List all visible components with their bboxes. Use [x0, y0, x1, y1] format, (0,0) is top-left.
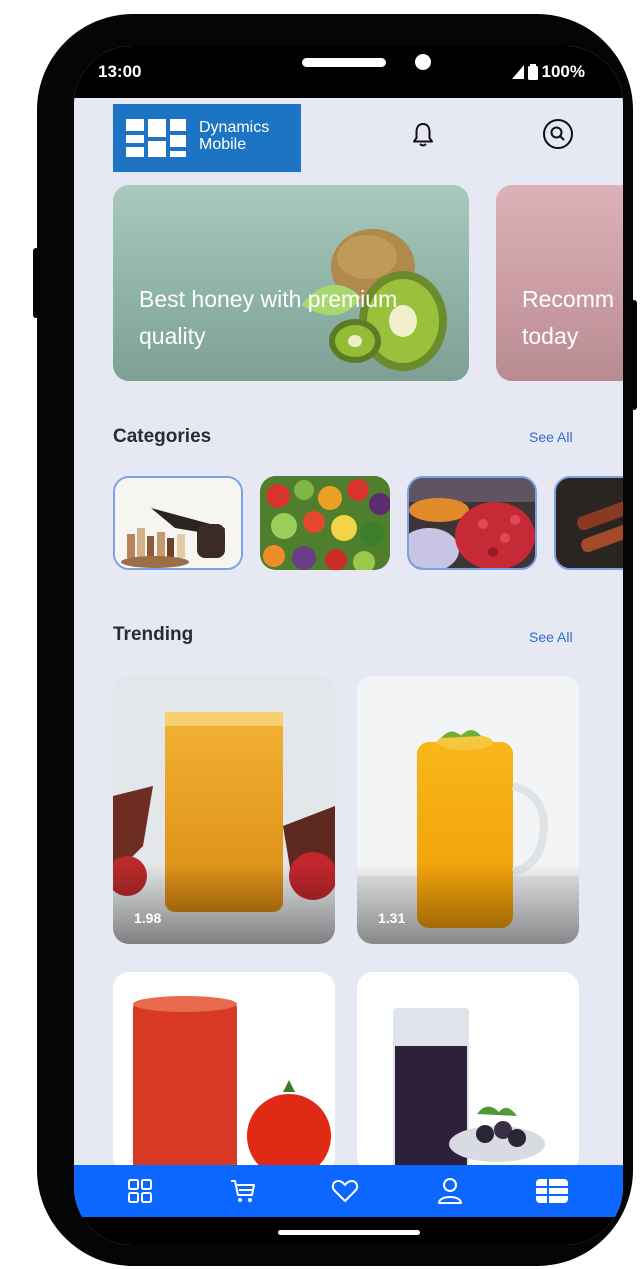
power-button — [631, 300, 637, 410]
logo[interactable]: Dynamics Mobile — [113, 104, 301, 172]
categories-title: Categories — [113, 426, 212, 447]
product-card-2[interactable]: 1.31 — [357, 676, 579, 944]
trending-title: Trending — [113, 624, 194, 645]
promo-banner-2[interactable]: Recomm today — [496, 185, 623, 381]
product-price: 1.98 — [134, 910, 162, 926]
promo-banner[interactable]: Best honey with premium quality — [113, 185, 469, 381]
product-card-3[interactable] — [113, 972, 335, 1172]
signal-icon — [511, 65, 524, 79]
trending-see-all-link[interactable]: See All — [529, 629, 573, 645]
search-button[interactable] — [538, 114, 578, 154]
bell-icon — [413, 123, 433, 147]
grid-icon — [128, 1179, 152, 1203]
logo-line1: Dynamics — [199, 119, 270, 136]
nav-home[interactable] — [124, 1175, 156, 1207]
status-icons: 100% — [511, 62, 585, 82]
user-icon — [438, 1178, 462, 1204]
category-market[interactable] — [407, 476, 537, 570]
nav-cart[interactable] — [227, 1175, 259, 1207]
apple-juice-image — [113, 676, 335, 944]
home-indicator[interactable] — [278, 1230, 420, 1235]
banner-text: Best honey with premium quality — [139, 286, 398, 349]
category-tobacco[interactable] — [113, 476, 243, 570]
battery-icon — [527, 64, 538, 80]
speaker — [302, 58, 386, 67]
tomato-juice-image — [113, 972, 335, 1172]
tobacco-pipe-image — [115, 478, 241, 568]
banner-text-2: Recomm today — [522, 286, 615, 349]
battery-level: 100% — [541, 62, 585, 81]
product-card[interactable]: 1.98 — [113, 676, 335, 944]
mango-juice-image — [357, 676, 579, 944]
nav-menu[interactable] — [536, 1175, 568, 1207]
categories-see-all-link[interactable]: See All — [529, 429, 573, 445]
notifications-button[interactable] — [403, 115, 443, 155]
market-produce-image — [409, 478, 535, 568]
nav-favorites[interactable] — [329, 1175, 361, 1207]
screen: 13:00 100% Dynamics Mobile Best honey wi… — [74, 46, 623, 1245]
vegetables-image — [260, 476, 390, 570]
logo-text: Dynamics Mobile — [199, 119, 269, 153]
product-price-2: 1.31 — [378, 910, 406, 926]
notch — [190, 46, 506, 90]
nav-profile[interactable] — [434, 1175, 466, 1207]
logo-mark-icon — [126, 119, 186, 157]
heart-icon — [331, 1180, 359, 1202]
cart-icon — [231, 1180, 255, 1202]
search-icon — [543, 119, 573, 149]
camera — [415, 54, 431, 70]
category-grill[interactable] — [554, 476, 623, 570]
bottom-nav — [74, 1165, 623, 1217]
menu-grid-icon — [536, 1179, 568, 1203]
status-time: 13:00 — [98, 62, 142, 81]
berry-juice-image — [357, 972, 579, 1172]
volume-button — [33, 248, 39, 318]
product-card-4[interactable] — [357, 972, 579, 1172]
grilled-meat-image — [556, 478, 623, 568]
logo-line2: Mobile — [199, 136, 247, 153]
category-vegetables[interactable] — [260, 476, 390, 570]
